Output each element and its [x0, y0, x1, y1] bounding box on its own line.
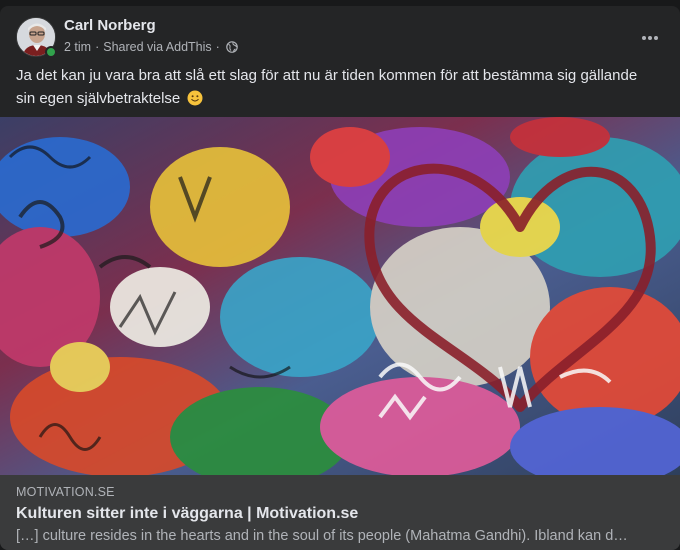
link-description: […] culture resides in the hearts and in… [16, 528, 628, 544]
online-status-dot [45, 46, 57, 58]
meta-separator-2: · [215, 40, 220, 54]
avatar[interactable] [16, 17, 57, 58]
post-options-button[interactable] [632, 19, 668, 55]
link-title[interactable]: Kulturen sitter inte i väggarna | Motiva… [16, 505, 358, 523]
post-message: Ja det kan ju vara bra att slå ett slag … [16, 64, 656, 110]
graffiti-wall-photo[interactable] [0, 117, 680, 475]
post-header: Carl Norberg 2 tim · Shared via AddThis … [16, 17, 668, 58]
link-domain: MOTIVATION.SE [16, 485, 115, 499]
post-card: Carl Norberg 2 tim · Shared via AddThis … [0, 6, 680, 550]
post-timestamp[interactable]: 2 tim [64, 39, 91, 55]
globe-icon[interactable] [226, 41, 238, 53]
author-name[interactable]: Carl Norberg [64, 17, 156, 35]
shared-via-label: Shared via AddThis [103, 40, 212, 54]
link-preview-image[interactable] [0, 117, 680, 475]
post-message-text: Ja det kan ju vara bra att slå ett slag … [16, 67, 638, 107]
post-meta: 2 tim · Shared via AddThis · [64, 39, 238, 55]
link-preview[interactable]: MOTIVATION.SE Kulturen sitter inte i väg… [0, 475, 680, 550]
slightly-smiling-face-icon [187, 90, 203, 106]
meta-separator: · [95, 40, 100, 54]
more-horizontal-icon [641, 28, 659, 46]
